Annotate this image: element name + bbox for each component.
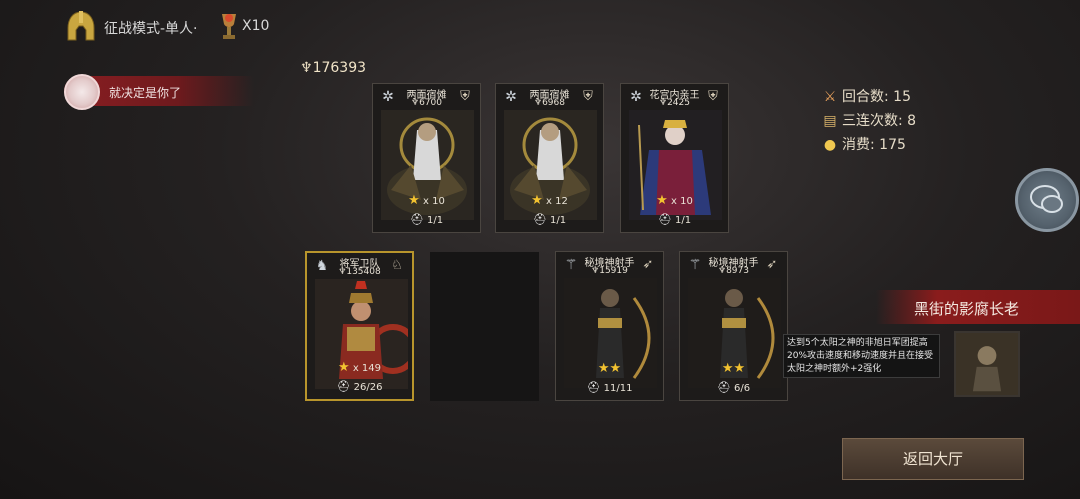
card-stars: ★★ bbox=[556, 361, 663, 376]
star-icon: ★ bbox=[337, 360, 350, 375]
return-lobby-button[interactable]: 返回大厅 bbox=[842, 438, 1024, 480]
total-power-value: 176393 bbox=[312, 60, 367, 76]
total-power: ♆176393 bbox=[300, 60, 366, 76]
helmet-small-icon: ⛑ bbox=[409, 213, 424, 226]
crossed-swords-icon: ⚔ bbox=[823, 89, 837, 105]
card-power: ♆2425 bbox=[659, 98, 690, 108]
card-stars-value: x 12 bbox=[546, 196, 568, 207]
card-power: ♆6700 bbox=[411, 98, 442, 108]
helmet-small-icon: ⛑ bbox=[586, 381, 601, 394]
spartan-helmet-icon bbox=[67, 11, 95, 41]
card-count-value: 6/6 bbox=[734, 383, 751, 394]
card-count: ⛑ 1/1 bbox=[373, 213, 480, 226]
avatar-icon[interactable] bbox=[64, 74, 100, 110]
star-icon: ★ bbox=[531, 193, 543, 208]
card-stars: ★★ bbox=[680, 361, 787, 376]
chat-bubble-icon bbox=[1030, 185, 1063, 213]
card-stars: ★ x 149 bbox=[307, 360, 412, 375]
star-icon: ★ bbox=[733, 361, 746, 376]
card-power: ♆6968 bbox=[534, 98, 565, 108]
star-icon: ★ bbox=[656, 193, 668, 208]
card-stars-value: x 10 bbox=[423, 196, 445, 207]
mode-label: 征战模式-单人· bbox=[104, 21, 198, 37]
helmet-small-icon: ⛑ bbox=[336, 380, 351, 393]
unit-card[interactable]: ⚚ ➶ 秘境神射手 ♆15919 ★★ ⛑ 11/11 bbox=[555, 251, 664, 401]
card-power: ♆15919 bbox=[591, 266, 628, 276]
cost-value: 消费: 175 bbox=[842, 137, 906, 153]
card-count-value: 11/11 bbox=[603, 383, 633, 394]
card-power-value: 6968 bbox=[542, 98, 565, 108]
card-power-value: 15919 bbox=[599, 266, 628, 276]
star-icon: ★ bbox=[721, 361, 734, 376]
card-power-value: 6700 bbox=[419, 98, 442, 108]
unit-card[interactable]: ♞ ♘ 将军卫队 ♆135408 ★ x 149 ⛑ 26/26 bbox=[305, 251, 414, 401]
coin-icon: ● bbox=[823, 137, 837, 153]
trophy-icon bbox=[222, 14, 236, 39]
rounds-value: 回合数: 15 bbox=[842, 89, 911, 105]
boss-name: 黑街的影腐长老 bbox=[914, 300, 1020, 318]
boss-portrait[interactable] bbox=[954, 331, 1020, 397]
card-stars-value: x 10 bbox=[671, 196, 693, 207]
card-power: ♆8973 bbox=[718, 266, 749, 276]
card-power-value: 8973 bbox=[726, 266, 749, 276]
card-count-value: 1/1 bbox=[427, 215, 444, 226]
unit-card[interactable]: ✲ ⛨ 花宫内亲王 ♆2425 ★ x 10 ⛑ 1/1 bbox=[620, 83, 729, 233]
rounds-stat: ⚔ 回合数: 15 bbox=[822, 86, 911, 106]
card-stars-value: x 149 bbox=[352, 363, 382, 374]
card-power: ♆135408 bbox=[338, 267, 381, 277]
unit-card[interactable]: ✲ ⛨ 两面宿傩 ♆6700 ★ x 10 ⛑ 1/1 bbox=[372, 83, 481, 233]
player-name: 就决定是你了 bbox=[109, 86, 182, 100]
card-count-value: 1/1 bbox=[675, 215, 692, 226]
chat-button[interactable] bbox=[1015, 168, 1079, 232]
card-stars: ★ x 10 bbox=[621, 193, 728, 208]
card-count: ⛑ 6/6 bbox=[680, 381, 787, 394]
boss-tooltip: 达到5个太阳之神的非旭日军团提高20%攻击速度和移动速度并且在接受太阳之神时额外… bbox=[783, 334, 940, 378]
card-power-value: 2425 bbox=[667, 98, 690, 108]
card-stars: ★ x 12 bbox=[496, 193, 603, 208]
scroll-icon: ▤ bbox=[823, 113, 837, 129]
trophy-count: X10 bbox=[242, 18, 270, 34]
card-count: ⛑ 1/1 bbox=[496, 213, 603, 226]
helmet-small-icon: ⛑ bbox=[532, 213, 547, 226]
card-count: ⛑ 1/1 bbox=[621, 213, 728, 226]
helmet-small-icon: ⛑ bbox=[716, 381, 731, 394]
streak-stat: ▤ 三连次数: 8 bbox=[822, 110, 916, 130]
card-count: ⛑ 11/11 bbox=[556, 381, 663, 394]
unit-card[interactable]: ⚚ ➶ 秘境神射手 ♆8973 ★★ ⛑ 6/6 bbox=[679, 251, 788, 401]
card-stars: ★ x 10 bbox=[373, 193, 480, 208]
star-icon: ★ bbox=[408, 193, 420, 208]
helmet-small-icon: ⛑ bbox=[657, 213, 672, 226]
card-count-value: 1/1 bbox=[550, 215, 567, 226]
star-icon: ★ bbox=[609, 361, 622, 376]
card-count-value: 26/26 bbox=[353, 382, 383, 393]
unit-card[interactable]: ✲ ⛨ 两面宿傩 ♆6968 ★ x 12 ⛑ 1/1 bbox=[495, 83, 604, 233]
cost-stat: ● 消费: 175 bbox=[822, 134, 906, 154]
power-icon: ♆ bbox=[300, 60, 313, 76]
empty-card-slot[interactable] bbox=[430, 252, 539, 401]
star-icon: ★ bbox=[597, 361, 610, 376]
card-count: ⛑ 26/26 bbox=[307, 380, 412, 393]
card-power-value: 135408 bbox=[346, 267, 381, 277]
streak-value: 三连次数: 8 bbox=[842, 113, 917, 129]
